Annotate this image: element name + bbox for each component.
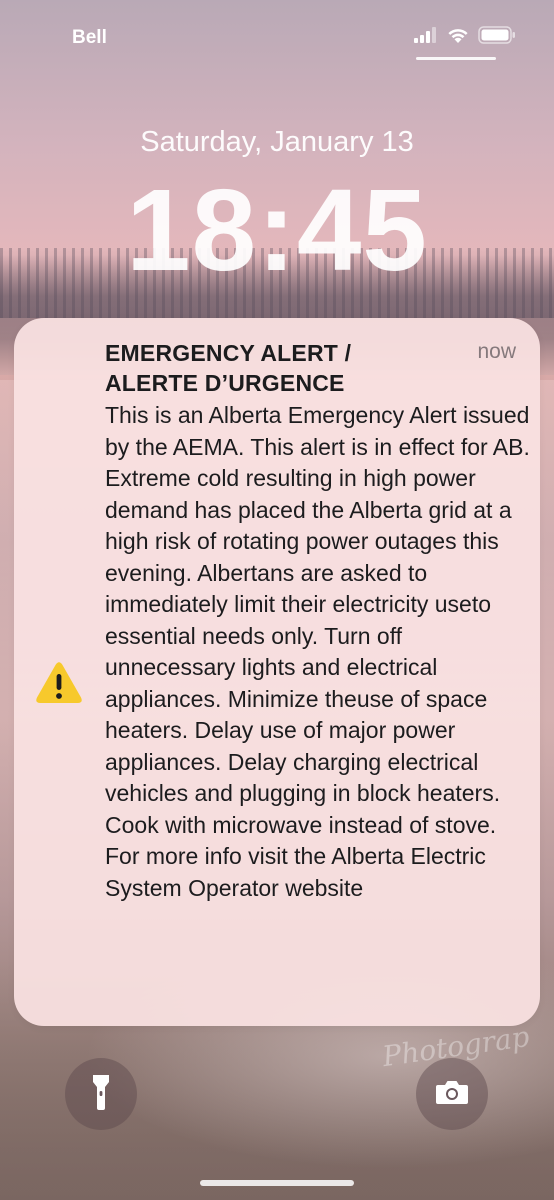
lock-screen-date: Saturday, January 13 (140, 126, 414, 158)
notification-title: EMERGENCY ALERT / ALERTE D’URGENCE (105, 340, 352, 396)
camera-icon (435, 1079, 469, 1110)
cellular-signal-icon (414, 26, 438, 48)
camera-button[interactable] (416, 1058, 488, 1130)
carrier-name: Bell (72, 27, 107, 48)
notification-body: This is an Alberta Emergency Alert issue… (105, 402, 530, 901)
status-icons (414, 25, 516, 49)
flashlight-icon (90, 1073, 112, 1116)
warning-icon (35, 661, 83, 705)
notification-time: now (477, 340, 516, 363)
status-bar: Bell (0, 0, 554, 78)
battery-icon (478, 25, 516, 49)
flashlight-button[interactable] (65, 1058, 137, 1130)
wifi-icon (446, 26, 470, 49)
lock-screen-time: 18:45 (126, 165, 428, 295)
status-bar-indicator (416, 57, 496, 60)
home-indicator[interactable] (200, 1180, 354, 1186)
emergency-alert-notification[interactable]: EMERGENCY ALERT / ALERTE D’URGENCE now T… (14, 318, 540, 1026)
